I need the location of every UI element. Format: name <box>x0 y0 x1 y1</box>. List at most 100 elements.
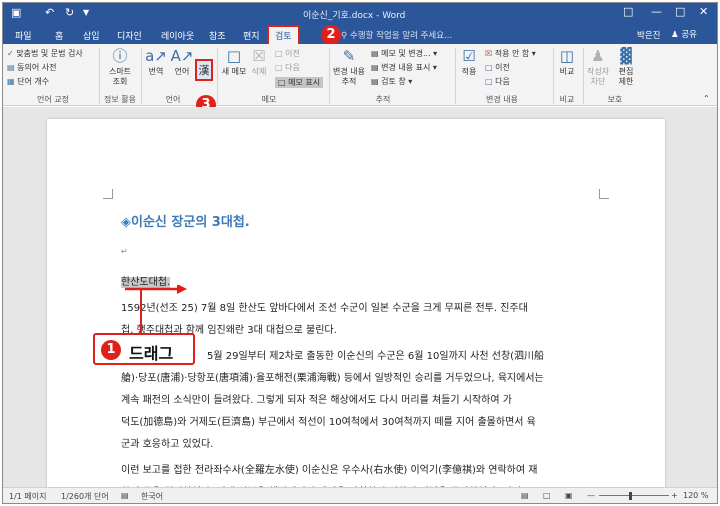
ribbon-review: ✓ 맞춤법 및 문법 검사 ▤ 동의어 사전 ▦ 단어 개수 언어 교정 ⓘ 스… <box>3 44 717 115</box>
proofing-status-icon[interactable]: ▤ <box>121 491 129 500</box>
document-heading: ◈이순신 장군의 3대첩. <box>121 215 250 230</box>
delete-comment-button[interactable]: ☒ 삭제 <box>247 48 271 77</box>
separator <box>553 48 554 104</box>
person-icon: ♟ <box>671 30 679 40</box>
separator <box>217 48 218 104</box>
tab-review[interactable]: 검토 <box>267 25 300 46</box>
separator <box>329 48 330 104</box>
step-1-badge: 1 <box>101 340 121 360</box>
new-comment-label: 새 메모 <box>221 67 247 76</box>
language-button[interactable]: A↗ 언어 <box>169 48 195 77</box>
delete-comment-icon: ☒ <box>252 47 266 65</box>
minimize-icon[interactable]: — <box>651 5 662 18</box>
word-count-icon: ▦ <box>7 77 15 86</box>
chevron-down-icon: ▾ <box>432 63 437 72</box>
tab-design[interactable]: 디자인 <box>117 29 142 42</box>
next-change-button[interactable]: □ 다음 <box>485 76 510 87</box>
margin-corner <box>599 189 609 199</box>
close-icon[interactable]: ✕ <box>699 5 708 18</box>
reject-icon: ☒ <box>485 49 493 58</box>
section-title[interactable]: 한산도대첩. <box>121 273 593 288</box>
thesaurus-button[interactable]: ▤ 동의어 사전 <box>7 62 56 73</box>
zoom-out-icon[interactable]: — <box>587 491 595 500</box>
spelling-grammar-button[interactable]: ✓ 맞춤법 및 문법 검사 <box>7 48 83 59</box>
collapse-ribbon-icon[interactable]: ⌃ <box>703 94 710 103</box>
translate-button[interactable]: a↗ 번역 <box>143 48 169 77</box>
language-status[interactable]: 한국어 <box>141 491 163 502</box>
maximize-icon[interactable]: □ <box>675 5 685 18</box>
tab-mailings[interactable]: 편지 <box>243 29 260 42</box>
ribbon-options-icon[interactable]: □ <box>623 5 633 18</box>
markup-icon: ▤ <box>371 49 379 58</box>
status-bar: 1/1 페이지 1/260개 단어 ▤ 한국어 ▤ □ ▣ — + 120 % <box>3 487 717 503</box>
empty-paragraph: ↵ <box>121 247 128 256</box>
markup-label: 메모 및 변경... <box>381 49 431 58</box>
customize-qat-icon[interactable]: ▼ <box>83 8 89 17</box>
next-comment-button[interactable]: □ 다음 <box>275 62 300 73</box>
block-authors-button[interactable]: ♟ 작성자 차단 <box>585 48 611 87</box>
tab-layout[interactable]: 레이아웃 <box>161 29 194 42</box>
next-label: 다음 <box>285 63 300 72</box>
body-line: 덕도(加德島)와 거제도(巨濟島) 부근에서 적선이 10여척에서 30여척까지… <box>121 417 536 428</box>
compare-label: 비교 <box>559 67 575 76</box>
zoom-in-icon[interactable]: + <box>671 491 678 500</box>
zoom-slider[interactable] <box>599 495 669 496</box>
show-comments-button[interactable]: □ 메모 표시 <box>275 77 324 88</box>
compare-button[interactable]: ◫ 비교 <box>555 48 579 77</box>
zoom-thumb[interactable] <box>629 492 632 500</box>
spelling-label: 맞춤법 및 문법 검사 <box>16 49 83 58</box>
chinese-conversion-button[interactable]: 漢 <box>197 62 211 81</box>
prev-change-icon: □ <box>485 63 493 72</box>
prev-comment-button[interactable]: □ 이전 <box>275 48 300 59</box>
zoom-level[interactable]: 120 % <box>683 491 708 500</box>
tab-home[interactable]: 홈 <box>55 29 63 42</box>
lightbulb-icon: ⚲ <box>341 31 348 41</box>
track2-label: 추적 <box>341 77 357 86</box>
word-window: ▣ ↶ ↻ ▼ 이순신_기호.docx - Word □ — □ ✕ 파일 홈 … <box>2 2 718 504</box>
delete-label: 삭제 <box>251 67 267 76</box>
web-layout-icon[interactable]: ▣ <box>565 491 573 500</box>
margin-corner <box>103 189 113 199</box>
group-changes: 변경 내용 <box>486 95 518 104</box>
word-count-label: 단어 개수 <box>17 77 50 86</box>
user-name[interactable]: 박은진 <box>637 29 660 41</box>
tab-file[interactable]: 파일 <box>15 29 32 42</box>
word-count-button[interactable]: ▦ 단어 개수 <box>7 76 49 87</box>
show-comments-icon: □ <box>278 78 286 87</box>
group-language: 언어 <box>165 95 181 104</box>
save-icon[interactable]: ▣ <box>11 6 21 19</box>
ribbon-tabs: 파일 홈 삽입 디자인 레이아웃 참조 편지 검토 2 ⚲ 수행할 작업을 알려… <box>3 25 717 46</box>
track-changes-button[interactable]: ✎ 변경 내용 추적 <box>331 48 367 87</box>
share-button[interactable]: ♟ 공유 <box>671 28 697 40</box>
hanja-icon: 漢 <box>198 64 210 77</box>
undo-icon[interactable]: ↶ <box>45 6 54 19</box>
translate-icon: a↗ <box>145 47 167 65</box>
drag-label: 드래그 <box>129 344 174 363</box>
smart-lookup-button[interactable]: ⓘ 스마트 조회 <box>103 48 137 87</box>
tab-references[interactable]: 참조 <box>209 29 226 42</box>
accept-button[interactable]: ☑ 적용 <box>457 48 481 77</box>
chevron-down-icon: ▾ <box>531 49 536 58</box>
show-markup-label: 변경 내용 표시 <box>381 63 431 72</box>
prev-change-button[interactable]: □ 이전 <box>485 62 510 73</box>
new-comment-button[interactable]: □ 새 메모 <box>221 48 247 77</box>
read-mode-icon[interactable]: ▤ <box>521 491 529 500</box>
comment-icon: □ <box>226 47 242 65</box>
restrict-editing-button[interactable]: ▓ 편집 제한 <box>613 48 639 87</box>
markup-dropdown[interactable]: ▤ 메모 및 변경... ▾ <box>371 48 437 59</box>
print-layout-icon[interactable]: □ <box>543 491 551 500</box>
page-count[interactable]: 1/1 페이지 <box>9 491 47 502</box>
drag-callout: 1 드래그 <box>93 333 195 365</box>
tell-me-box[interactable]: ⚲ 수행할 작업을 알려 주세요... <box>341 29 452 41</box>
redo-icon[interactable]: ↻ <box>65 6 74 19</box>
show-markup-icon: ▤ <box>371 63 379 72</box>
smart-label: 스마트 <box>108 67 132 76</box>
word-count[interactable]: 1/260개 단어 <box>61 491 109 502</box>
tab-insert[interactable]: 삽입 <box>83 29 100 42</box>
show-comments-label: 메모 표시 <box>288 78 321 87</box>
group-proofing: 언어 교정 <box>37 95 69 104</box>
show-markup-button[interactable]: ▤ 변경 내용 표시 ▾ <box>371 62 437 73</box>
body-line: 계속 패전의 소식만이 들려왔다. 그렇게 되자 적은 해상에서도 다시 머리를… <box>121 395 512 406</box>
reject-button[interactable]: ☒ 적용 안 함 ▾ <box>485 48 536 59</box>
reviewing-pane-button[interactable]: ▤ 검토 창 ▾ <box>371 76 412 87</box>
